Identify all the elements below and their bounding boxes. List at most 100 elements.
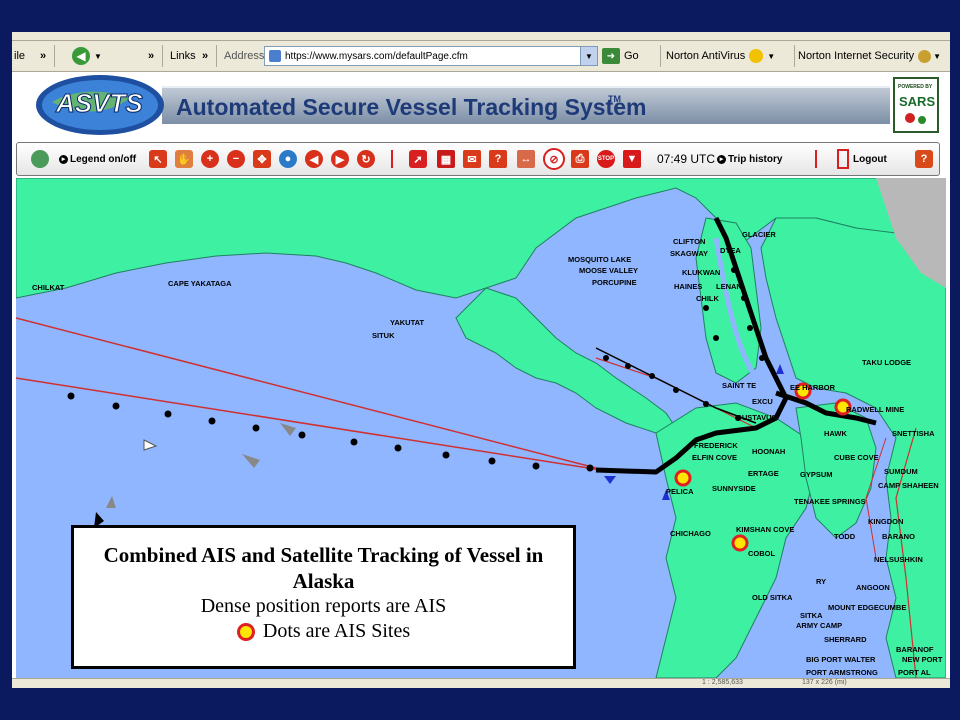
label-klukwan: KLUKWAN [682, 268, 720, 277]
go-button[interactable]: ➜ Go [602, 41, 639, 71]
label-tee-harbor: EE HARBOR [790, 383, 836, 392]
label-baranoff: BARANOF [896, 645, 934, 654]
svg-text:SARS: SARS [899, 94, 935, 109]
label-haines: HAINES [674, 282, 702, 291]
trademark: TM [608, 94, 621, 104]
arrow-right-icon: ▸ [717, 154, 726, 164]
separator-bar [391, 143, 393, 175]
label-skagway: SKAGWAY [670, 249, 708, 258]
go-arrow-icon: ➜ [602, 48, 620, 64]
norton-internet-security-button[interactable]: Norton Internet Security ▼ [798, 41, 941, 71]
label-sumdum: SUMDUM [884, 467, 918, 476]
dropdown-arrow-icon: ▼ [94, 51, 102, 61]
label-kanga: ANGOON [856, 583, 890, 592]
logo-text: ASVTS [55, 88, 143, 118]
label-taku-lodge: TAKU LODGE [862, 358, 911, 367]
map-scale: 1 : 2,585,633 [702, 679, 743, 686]
legend-label: Legend on/off [70, 153, 137, 165]
label-port-armstrong: PORT ARMSTRONG [806, 668, 878, 677]
label-mosquito-lake: MOSQUITO LAKE [568, 255, 631, 264]
address-dropdown-icon[interactable]: ▼ [580, 47, 597, 65]
mail-envelope-icon[interactable]: ✉ [463, 143, 481, 175]
label-new-port: NEW PORT [902, 655, 943, 664]
pan-hand-icon[interactable]: ✋ [175, 143, 193, 175]
label-camp-shaheen: CAMP SHAHEEN [878, 481, 939, 490]
chevron-more-icon[interactable]: » [202, 41, 208, 71]
select-arrow-icon[interactable]: ↖ [149, 143, 167, 175]
back-arrow-icon: ◀ [72, 47, 90, 65]
label-mount-edgecumbe: MOUNT EDGECUMBE [828, 603, 906, 612]
caption-box: Combined AIS and Satellite Tracking of V… [71, 525, 576, 669]
label-situk: SITUK [372, 331, 395, 340]
chevron-more-icon[interactable]: » [148, 41, 154, 71]
pushpin-icon[interactable]: ➚ [409, 143, 427, 175]
back-button[interactable]: ◀ ▼ [72, 41, 102, 71]
label-hawk-inlet: HAWK [824, 429, 847, 438]
label-pelican: PELICA [666, 487, 694, 496]
measure-ruler-icon[interactable]: ↔ [517, 143, 535, 175]
label-snettisham: SNETTISHA [892, 429, 935, 438]
query-icon[interactable]: ? [489, 143, 507, 175]
label-old-sitka: OLD SITKA [752, 593, 793, 602]
label-excursion: EXCU [752, 397, 773, 406]
address-input[interactable]: https://www.mysars.com/defaultPage.cfm ▼ [264, 46, 598, 66]
label-heritage: ERTAGE [748, 469, 779, 478]
pan-compass-icon[interactable]: ✥ [253, 143, 271, 175]
logout-button[interactable]: Logout [837, 143, 887, 175]
arrow-right-icon: ▸ [59, 154, 68, 164]
refresh-icon[interactable]: ↻ [357, 143, 375, 175]
label-sherman: SHERRARD [824, 635, 867, 644]
label-baranof: BARANO [882, 532, 915, 541]
report-book-icon[interactable]: ▦ [437, 143, 455, 175]
label-cape-yakataga: CAPE YAKATAGA [168, 279, 232, 288]
label-big-port: BIG PORT WALTER [806, 655, 876, 664]
app-title: Automated Secure Vessel Tracking System [176, 94, 646, 120]
label-plotnikof: PORT AL [898, 668, 931, 677]
label-sitka: SITKA [800, 611, 823, 620]
clear-icon[interactable]: ⊘ [543, 143, 565, 175]
caption-line-sites: Dots are AIS Sites [262, 620, 411, 642]
label-yakutat: YAKUTAT [390, 318, 424, 327]
label-lenani: LENANI [716, 282, 744, 291]
zoom-in-icon[interactable]: + [201, 143, 219, 175]
label-saint-terese: SAINT TE [722, 381, 756, 390]
status-bar: 1 : 2,585,633 137 x 226 (mi) [12, 678, 950, 688]
label-gustavus: GUSTAVUS [736, 413, 777, 422]
filter-funnel-icon[interactable]: ▼ [623, 143, 641, 175]
label-tenakee: TENAKEE SPRINGS [794, 497, 866, 506]
map-coords: 137 x 226 (mi) [802, 679, 847, 686]
asvts-logo: ASVTS [36, 75, 164, 135]
page-icon [269, 50, 281, 62]
zoom-previous-icon[interactable]: ◀ [305, 143, 323, 175]
label-kingdon: KINGDON [868, 517, 903, 526]
trip-history-button[interactable]: ▸ Trip history [717, 143, 782, 175]
chevron-more-icon[interactable]: » [40, 41, 46, 71]
label-gypsum: GYPSUM [800, 470, 833, 479]
links-button[interactable]: Links [170, 41, 196, 71]
norton-shield-icon [749, 49, 764, 63]
globe-icon [918, 49, 932, 63]
stop-icon[interactable]: STOP [597, 143, 615, 175]
label-glacier: GLACIER [742, 230, 776, 239]
print-icon[interactable]: ⎙ [571, 143, 589, 175]
label-goddard: COBOL [748, 549, 776, 558]
address-toolbar: ile » ◀ ▼ » Links » Address https://www.… [12, 41, 950, 72]
menu-strip [12, 32, 950, 41]
app-banner: ASVTS Automated Secure Vessel Tracking S… [12, 72, 950, 138]
label-chichagof: CHICHAGO [670, 529, 711, 538]
label-hoonah: HOONAH [752, 447, 785, 456]
label-army-camp: ARMY CAMP [796, 621, 842, 630]
ais-site-dot-icon [236, 622, 255, 641]
norton-antivirus-button[interactable]: Norton AntiVirus ▼ [666, 41, 775, 71]
address-label: Address [224, 50, 265, 62]
zoom-out-icon[interactable]: − [227, 143, 245, 175]
globe-home-icon[interactable] [31, 143, 49, 175]
legend-toggle-button[interactable]: ▸ Legend on/off [59, 143, 136, 175]
label-elfin-cove: ELFIN COVE [692, 453, 737, 462]
label-frederick: FREDERICK [694, 441, 738, 450]
help-button[interactable]: ? [915, 143, 933, 175]
full-extent-globe-icon[interactable]: ● [279, 143, 297, 175]
label-clifton: CLIFTON [673, 237, 705, 246]
zoom-next-icon[interactable]: ▶ [331, 143, 349, 175]
label-chilkoot: CHILK [696, 294, 719, 303]
